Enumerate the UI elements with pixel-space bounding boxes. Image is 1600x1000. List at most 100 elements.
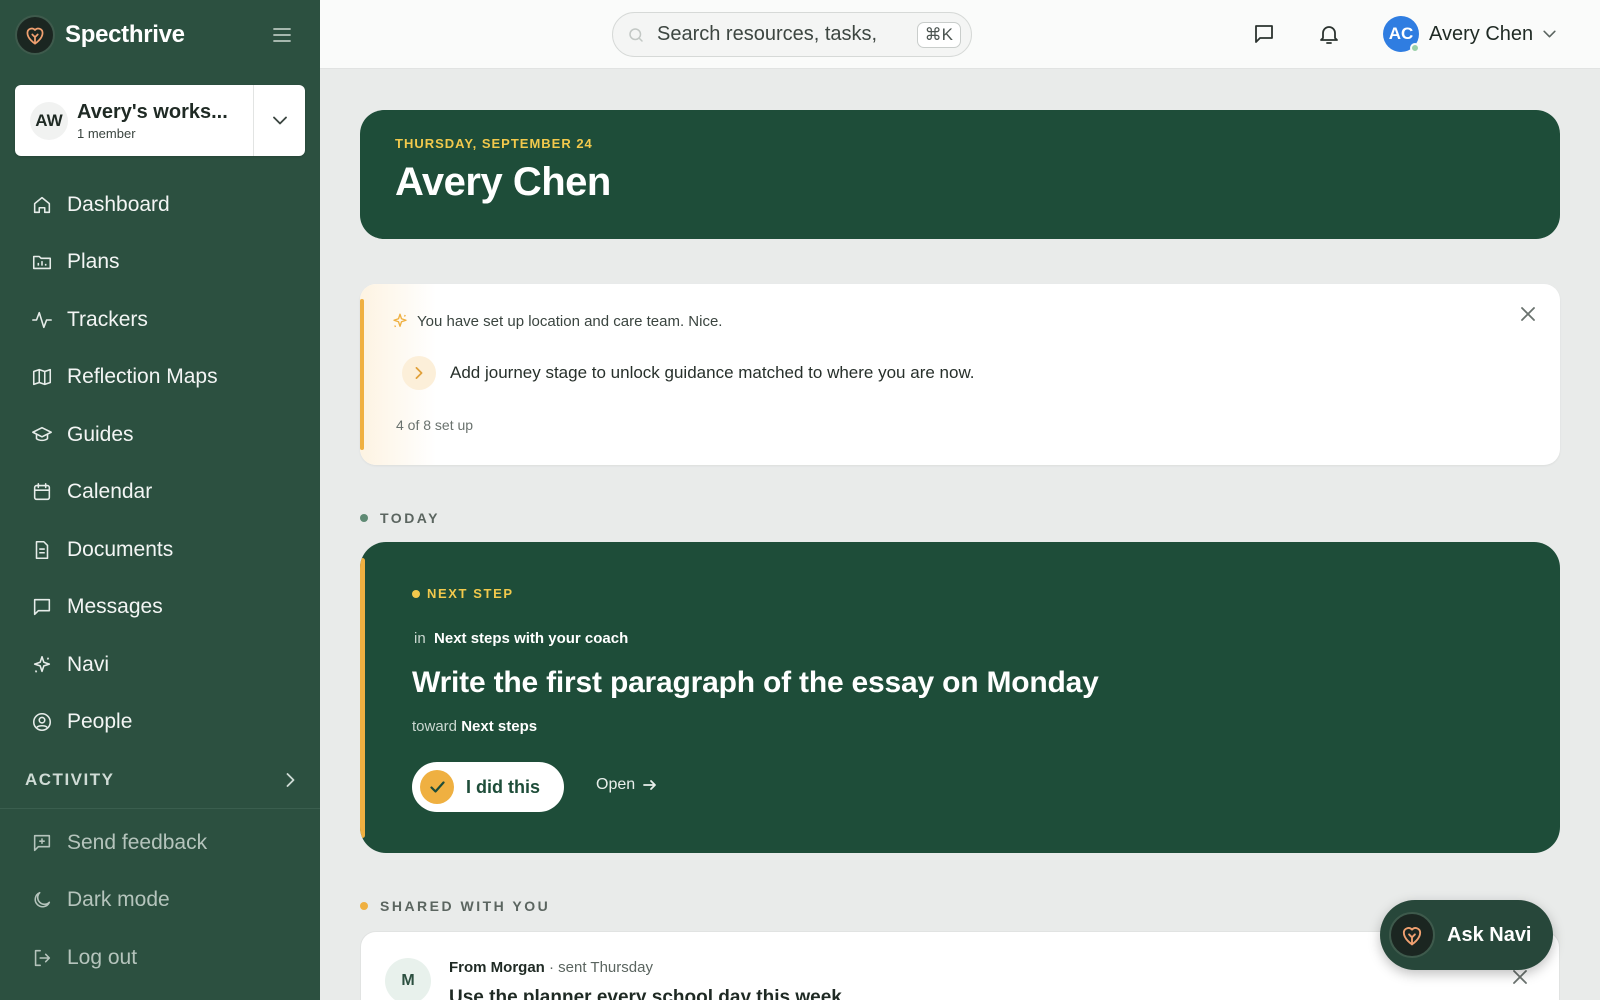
goal-prefix: toward (412, 718, 458, 735)
sidebar-item-label: Plans (67, 250, 120, 274)
next-step-badge: NEXT STEP (412, 586, 514, 601)
section-label-text: SHARED WITH YOU (380, 898, 551, 914)
sidebar-item-people[interactable]: People (15, 694, 305, 752)
greeting-hero: THURSDAY, SEPTEMBER 24 Avery Chen (360, 110, 1560, 239)
calendar-icon (33, 483, 51, 501)
messages-button[interactable] (1250, 20, 1278, 48)
setup-next-action-text: Add journey stage to unlock guidance mat… (450, 363, 975, 382)
sidebar-item-label: Documents (67, 537, 174, 561)
sidebar-item-label: Messages (67, 595, 163, 619)
arrow-right-icon (643, 780, 657, 790)
workspace-text: Avery's works... 1 member (77, 101, 228, 141)
close-icon (1521, 307, 1535, 321)
open-step-link[interactable]: Open (596, 776, 657, 794)
sidebar-item-label: Dashboard (67, 192, 170, 216)
search-icon (629, 27, 643, 42)
sidebar-collapse-button[interactable] (270, 24, 294, 46)
map-icon (32, 369, 52, 386)
section-dot (360, 902, 368, 910)
next-step-badge-text: NEXT STEP (427, 586, 514, 601)
dismiss-setup-button[interactable] (1516, 302, 1540, 326)
sidebar-item-label: Calendar (67, 480, 153, 504)
folder-chart-icon (32, 255, 52, 270)
next-step-accent-bar (360, 558, 365, 838)
notifications-button[interactable] (1315, 20, 1343, 48)
brand[interactable]: Specthrive (15, 15, 185, 55)
sidebar-item-dashboard[interactable]: Dashboard (15, 176, 305, 234)
sent-time: · sent Thursday (549, 959, 653, 976)
workspace-switcher[interactable]: AW Avery's works... 1 member (15, 85, 305, 156)
moon-icon (34, 892, 51, 908)
search-shortcut: ⌘K (916, 21, 961, 48)
menu-icon (273, 28, 291, 42)
sidebar-item-documents[interactable]: Documents (15, 521, 305, 579)
ask-navi-button[interactable]: Ask Navi (1380, 900, 1553, 970)
shared-from: From Morgan · sent Thursday (449, 959, 653, 976)
search-input[interactable]: Search resources, tasks, (657, 23, 905, 46)
hero-date: THURSDAY, SEPTEMBER 24 (395, 136, 593, 151)
sidebar-item-messages[interactable]: Messages (15, 579, 305, 637)
topbar: Search resources, tasks, ⌘K AC Avery Che… (320, 0, 1600, 69)
chevron-right-icon (286, 773, 295, 787)
activity-icon (32, 311, 52, 328)
graduation-cap-icon (32, 426, 52, 441)
send-feedback-button[interactable]: Send feedback (15, 814, 305, 872)
plan-prefix: in (414, 630, 426, 647)
main-nav: Dashboard Plans Trackers Reflection Maps… (15, 176, 305, 751)
brand-name: Specthrive (65, 21, 185, 48)
sidebar-item-reflection-maps[interactable]: Reflection Maps (15, 349, 305, 407)
hero-name: Avery Chen (395, 160, 611, 204)
workspace-info[interactable]: AW Avery's works... 1 member (15, 85, 253, 156)
setup-progress-card: You have set up location and care team. … (360, 284, 1560, 465)
workspace-name: Avery's works... (77, 100, 228, 123)
setup-message-text: You have set up location and care team. … (417, 312, 723, 330)
footer-item-label: Log out (67, 945, 138, 969)
user-name: Avery Chen (1429, 22, 1534, 45)
open-label: Open (596, 776, 636, 793)
sidebar-item-label: Navi (67, 652, 110, 676)
heart-logo-icon (1389, 912, 1435, 958)
sidebar-item-navi[interactable]: Navi (15, 636, 305, 694)
mark-done-button[interactable]: I did this (412, 762, 564, 812)
bell-icon (1320, 26, 1338, 44)
log-out-button[interactable]: Log out (15, 929, 305, 987)
setup-next-action[interactable]: Add journey stage to unlock guidance mat… (402, 356, 975, 390)
feedback-icon (33, 834, 51, 851)
chevron-right-icon (402, 356, 436, 390)
setup-progress-text: 4 of 8 set up (396, 417, 474, 433)
user-circle-icon (32, 713, 52, 732)
sparkle-icon (33, 655, 51, 673)
workspace-avatar: AW (30, 101, 68, 140)
chevron-down-icon (272, 116, 287, 125)
mark-done-label: I did this (466, 776, 540, 797)
sidebar-item-plans[interactable]: Plans (15, 234, 305, 292)
sidebar-item-calendar[interactable]: Calendar (15, 464, 305, 522)
next-step-title: Write the first paragraph of the essay o… (412, 666, 1099, 699)
activity-section-toggle[interactable]: ACTIVITY (25, 770, 295, 790)
workspace-dropdown-button[interactable] (253, 85, 305, 156)
close-icon (1513, 970, 1527, 984)
section-label-text: TODAY (380, 510, 440, 526)
footer-item-label: Dark mode (67, 888, 170, 912)
plan-name[interactable]: Next steps with your coach (434, 630, 628, 647)
heart-logo-icon (15, 15, 55, 55)
home-icon (33, 196, 51, 213)
check-icon (420, 770, 454, 804)
shared-title: Use the planner every school day this we… (449, 987, 842, 1000)
sidebar-item-label: Trackers (67, 307, 148, 331)
user-menu[interactable]: AC Avery Chen (1383, 16, 1556, 53)
shared-section-label: SHARED WITH YOU (360, 898, 550, 914)
search-bar[interactable]: Search resources, tasks, ⌘K (612, 12, 972, 57)
sidebar-item-label: Reflection Maps (67, 365, 218, 389)
sidebar-item-guides[interactable]: Guides (15, 406, 305, 464)
user-avatar: AC (1383, 16, 1420, 53)
dark-mode-toggle[interactable]: Dark mode (15, 872, 305, 930)
sender-name: From Morgan (449, 959, 545, 976)
logout-icon (34, 949, 51, 966)
workspace-members: 1 member (77, 125, 136, 141)
next-step-card: NEXT STEP in Next steps with your coach … (360, 542, 1560, 853)
next-step-goal: toward Next steps (412, 718, 537, 735)
goal-name: Next steps (461, 718, 538, 735)
user-initials: AC (1388, 24, 1414, 43)
sidebar-item-trackers[interactable]: Trackers (15, 291, 305, 349)
